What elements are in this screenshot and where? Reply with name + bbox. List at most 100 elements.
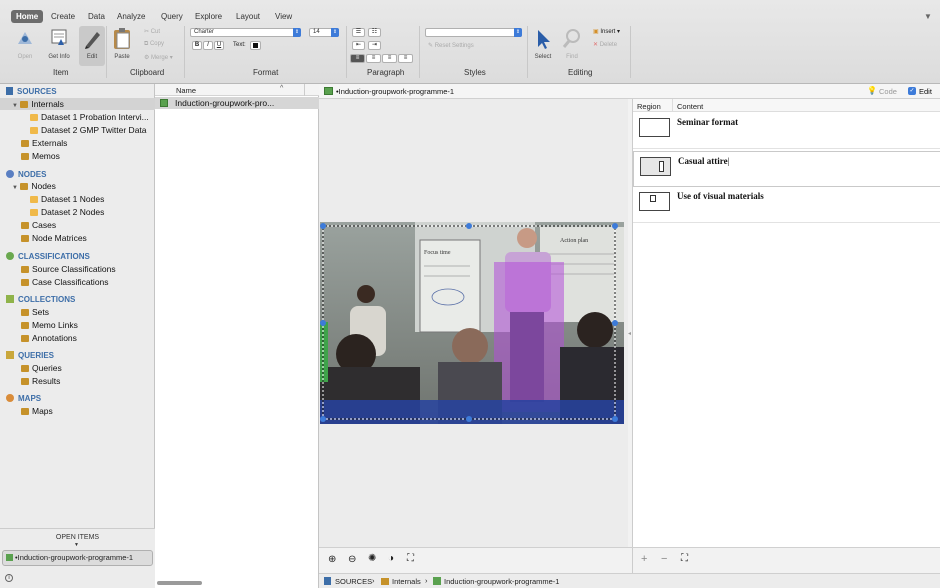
zoom-in-icon[interactable]: ⊕ [328, 554, 336, 565]
delete-button[interactable]: ✕ Delete [593, 41, 617, 48]
nav-item-memo-links[interactable]: Memo Links [21, 320, 78, 330]
brightness-icon[interactable]: ✺ [368, 553, 376, 564]
font-size-select[interactable]: 14 ⇕ [309, 28, 339, 37]
open-icon[interactable] [14, 28, 36, 50]
column-name-header[interactable]: Name [176, 86, 196, 95]
nav-item-case-classifications[interactable]: Case Classifications [21, 277, 109, 287]
find-button[interactable]: Find [561, 54, 583, 60]
nav-item-dataset1[interactable]: Dataset 1 Probation Intervi... [30, 112, 149, 122]
nav-heading-nodes[interactable]: NODES [6, 170, 46, 179]
region-row[interactable]: Seminar format [633, 113, 940, 149]
nav-item-cases[interactable]: Cases [21, 220, 56, 230]
find-magnifier-icon[interactable] [561, 27, 583, 51]
nav-item-nodes[interactable]: ▼ Nodes [12, 181, 56, 191]
text-color-swatch[interactable] [250, 41, 261, 50]
column-region-header[interactable]: Region [637, 102, 661, 111]
edit-checkbox[interactable]: ✓ [908, 87, 916, 95]
region-content[interactable]: Use of visual materials [677, 191, 764, 201]
contrast-icon[interactable]: ◑ [388, 553, 394, 564]
nav-item-dataset1-nodes[interactable]: Dataset 1 Nodes [30, 194, 104, 204]
nav-item-dataset2[interactable]: Dataset 2 GMP Twitter Data [30, 125, 147, 135]
align-justify-icon[interactable]: ≡ [398, 54, 413, 63]
bold-button[interactable]: B [192, 41, 202, 50]
edit-pencil-icon[interactable] [81, 27, 103, 51]
resize-handle[interactable] [320, 223, 326, 229]
tab-analyze[interactable]: Analyze [112, 10, 150, 23]
tab-create[interactable]: Create [46, 10, 80, 23]
column-divider[interactable] [304, 84, 305, 96]
merge-button[interactable]: ⚙ Merge ▾ [144, 54, 173, 61]
nav-item-queries[interactable]: Queries [21, 363, 62, 373]
edit-button[interactable]: Edit [80, 54, 104, 60]
resize-handle[interactable] [466, 416, 472, 422]
region-content[interactable]: Seminar format [677, 117, 738, 127]
sort-ascending-icon[interactable]: ^ [280, 85, 283, 92]
insert-button[interactable]: ▣ Insert ▾ [593, 28, 620, 35]
cut-button[interactable]: ✂ Cut [144, 28, 160, 35]
splitter-handle[interactable]: ◂ [628, 330, 631, 337]
nav-heading-queries[interactable]: QUERIES [6, 351, 54, 360]
paste-icon[interactable] [111, 26, 133, 52]
nav-item-sets[interactable]: Sets [21, 307, 49, 317]
region-focus-icon[interactable]: ⛶ [681, 553, 688, 564]
nav-item-annotations[interactable]: Annotations [21, 333, 77, 343]
nav-item-dataset2-nodes[interactable]: Dataset 2 Nodes [30, 207, 104, 217]
fit-to-window-icon[interactable]: ⛶ [407, 553, 414, 564]
nav-item-maps[interactable]: Maps [21, 406, 53, 416]
tab-home[interactable]: Home [11, 10, 44, 23]
remove-region-icon[interactable]: − [661, 553, 667, 565]
list-item-name[interactable]: Induction-groupwork-pro... [175, 98, 274, 108]
bullet-list-icon[interactable]: ☰ [352, 28, 365, 37]
resize-handle[interactable] [320, 416, 326, 422]
paste-button[interactable]: Paste [110, 54, 134, 60]
code-button[interactable]: Code [879, 87, 897, 96]
get-info-button[interactable]: Get Info [44, 54, 74, 60]
align-left-icon[interactable]: ≡ [350, 54, 365, 63]
resize-handle[interactable] [466, 223, 472, 229]
nav-item-source-classifications[interactable]: Source Classifications [21, 264, 116, 274]
region-row[interactable]: Use of visual materials [633, 187, 940, 223]
tab-view[interactable]: View [270, 10, 297, 23]
breadcrumb-sources[interactable]: SOURCES [335, 577, 372, 586]
decrease-indent-icon[interactable]: ⇤ [352, 41, 365, 50]
open-item-tab[interactable]: •Induction-groupwork-programme-1 [2, 550, 153, 566]
align-right-icon[interactable]: ≡ [382, 54, 397, 63]
font-select[interactable]: Charter ⇕ [190, 28, 301, 37]
select-button[interactable]: Select [530, 54, 556, 60]
nav-item-memos[interactable]: Memos [21, 151, 60, 161]
chevron-down-icon[interactable]: ▼ [74, 542, 79, 548]
nav-heading-collections[interactable]: COLLECTIONS [6, 295, 75, 304]
style-select[interactable]: ⇕ [425, 28, 522, 37]
resize-handle[interactable] [612, 320, 618, 326]
zoom-out-icon[interactable]: ⊖ [348, 554, 356, 565]
tab-data[interactable]: Data [83, 10, 110, 23]
breadcrumb-internals[interactable]: Internals [392, 577, 421, 586]
underline-button[interactable]: U [214, 41, 224, 50]
align-center-icon[interactable]: ≡ [366, 54, 381, 63]
code-lightbulb-icon[interactable]: 💡 [867, 86, 877, 95]
column-content-header[interactable]: Content [677, 102, 703, 111]
info-icon[interactable]: i [5, 574, 13, 582]
breadcrumb-item[interactable]: Induction-groupwork-programme-1 [444, 577, 559, 586]
nav-item-results[interactable]: Results [21, 376, 60, 386]
nav-heading-classifications[interactable]: CLASSIFICATIONS [6, 252, 90, 261]
photo[interactable]: Focus time Action plan [320, 222, 624, 424]
add-region-icon[interactable]: + [641, 553, 647, 565]
tab-explore[interactable]: Explore [190, 10, 227, 23]
nav-item-externals[interactable]: Externals [21, 138, 67, 148]
region-content-editing[interactable]: Casual attire| [678, 156, 729, 166]
horizontal-scrollbar[interactable] [157, 581, 202, 585]
region-row-selected[interactable]: Casual attire| [633, 151, 940, 187]
tab-layout[interactable]: Layout [231, 10, 265, 23]
nav-heading-sources[interactable]: SOURCES [6, 87, 57, 96]
increase-indent-icon[interactable]: ⇥ [368, 41, 381, 50]
tab-query[interactable]: Query [156, 10, 188, 23]
numbered-list-icon[interactable]: ☷ [368, 28, 381, 37]
nav-item-internals[interactable]: ▼ Internals [12, 99, 64, 109]
get-info-icon[interactable] [48, 27, 70, 51]
resize-handle[interactable] [612, 416, 618, 422]
resize-handle[interactable] [612, 223, 618, 229]
ribbon-collapse-icon[interactable]: ▼ [924, 12, 932, 21]
resize-handle[interactable] [320, 320, 326, 326]
select-cursor-icon[interactable] [533, 27, 553, 51]
